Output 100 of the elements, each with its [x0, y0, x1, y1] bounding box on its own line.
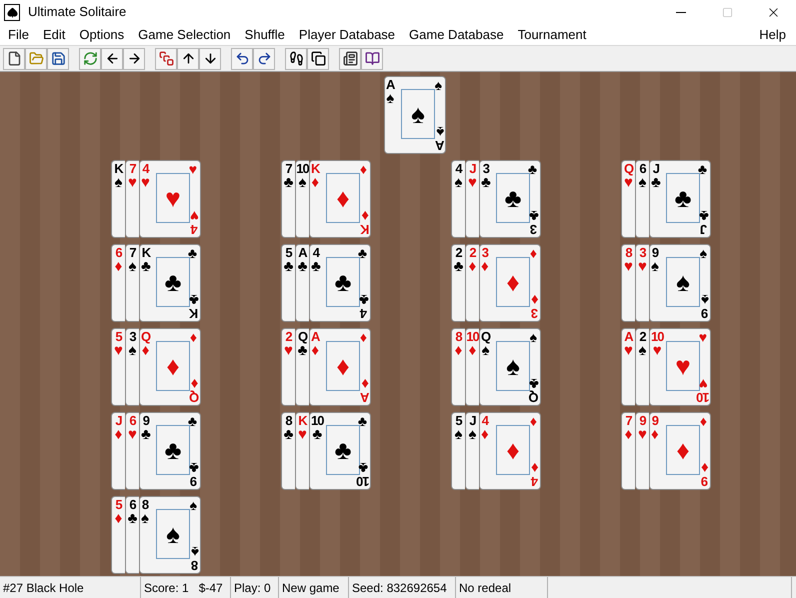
playing-card[interactable]: 3 ♦ ♦ ♦ 3 ♦ [479, 244, 541, 322]
down-arrow-button[interactable] [199, 48, 221, 70]
covered-card[interactable]: J ♥ [465, 160, 479, 238]
refresh-button[interactable] [79, 48, 101, 70]
card-suit: ♦ [114, 259, 122, 274]
playing-card[interactable]: 9 ♦ ♦ ♦ 9 ♦ [649, 412, 711, 490]
card-suit: ♠ [701, 292, 709, 307]
new-file-button[interactable] [3, 48, 25, 70]
playing-card[interactable]: K ♦ ♦ ♦ K ♦ [309, 160, 371, 238]
playing-card[interactable]: 9 ♠ ♠ ♠ 9 ♠ [649, 244, 711, 322]
card-suit: ♣ [358, 414, 367, 428]
card-suit: ♦ [311, 175, 320, 190]
card-pip: ♣ [504, 185, 522, 211]
covered-card[interactable]: 3 ♠ [125, 328, 139, 406]
card-suit: ♠ [141, 511, 149, 526]
menu-item[interactable]: Game Database [402, 24, 511, 44]
menu-item[interactable]: Options [72, 24, 132, 44]
card-suit: ♦ [531, 460, 539, 475]
card-rank: 3 [530, 223, 538, 236]
playing-card[interactable]: 10 ♣ ♣ ♣ 10 ♣ [309, 412, 371, 490]
redo-button[interactable] [253, 48, 275, 70]
playing-card[interactable]: J ♣ ♣ ♣ J ♣ [649, 160, 711, 238]
card-rank: 8 [285, 414, 292, 427]
covered-card[interactable]: A ♥ [621, 328, 635, 406]
sheet-button[interactable] [339, 48, 361, 70]
menu-item[interactable]: Help [752, 24, 793, 44]
covered-card[interactable]: K ♥ [295, 412, 309, 490]
covered-card[interactable]: 2 ♥ [281, 328, 295, 406]
copy-button[interactable] [307, 48, 329, 70]
footprints-button[interactable] [285, 48, 307, 70]
covered-card[interactable]: 8 ♦ [451, 328, 465, 406]
covered-card[interactable]: 9 ♥ [635, 412, 649, 490]
card-rank: 10 [466, 330, 479, 343]
covered-card[interactable]: 2 ♠ [635, 328, 649, 406]
covered-card[interactable]: 5 ♠ [451, 412, 465, 490]
playing-card[interactable]: A ♦ ♦ ♦ A ♦ [309, 328, 371, 406]
card-rank: 4 [482, 414, 488, 427]
playing-card[interactable]: 3 ♣ ♣ ♣ 3 ♣ [479, 160, 541, 238]
covered-card[interactable]: 5 ♥ [111, 328, 125, 406]
playing-card[interactable]: A ♠ ♠ ♠ A ♠ [384, 76, 446, 154]
covered-card[interactable]: Q ♣ [295, 328, 309, 406]
playing-card[interactable]: Q ♠ ♠ ♠ Q ♣ [479, 328, 541, 406]
covered-card[interactable]: 2 ♦ [465, 244, 479, 322]
covered-card[interactable]: 8 ♥ [621, 244, 635, 322]
menu-item[interactable]: Player Database [292, 24, 402, 44]
playing-card[interactable]: 4 ♣ ♣ ♣ 4 ♣ [309, 244, 371, 322]
card-suit: ♣ [298, 343, 308, 358]
playing-card[interactable]: 9 ♣ ♣ ♣ 9 ♣ [139, 412, 201, 490]
card-suit: ♦ [700, 414, 707, 428]
covered-card[interactable]: 4 ♠ [451, 160, 465, 238]
covered-card[interactable]: Q ♥ [621, 160, 635, 238]
covered-card[interactable]: 3 ♥ [635, 244, 649, 322]
card-rank: 6 [639, 162, 646, 175]
menu-item[interactable]: Game Selection [131, 24, 238, 44]
covered-card[interactable]: 7 ♦ [621, 412, 635, 490]
covered-card[interactable]: 5 ♦ [111, 496, 125, 574]
covered-card[interactable]: 5 ♣ [281, 244, 295, 322]
card-rank: Q [530, 391, 539, 404]
card-rank: J [700, 223, 708, 236]
playing-card[interactable]: Q ♦ ♦ ♦ Q ♦ [139, 328, 201, 406]
card-suit: ♣ [188, 246, 197, 260]
menu-item[interactable]: File [1, 24, 36, 44]
card-rank: 6 [115, 246, 122, 259]
covered-card[interactable]: 6 ♥ [125, 412, 139, 490]
covered-card[interactable]: 6 ♠ [635, 160, 649, 238]
playing-card[interactable]: 4 ♦ ♦ ♦ 4 ♦ [479, 412, 541, 490]
covered-card[interactable]: J ♦ [111, 412, 125, 490]
squares-button[interactable] [155, 48, 177, 70]
card-rank: 10 [356, 475, 369, 488]
menu-item[interactable]: Tournament [510, 24, 594, 44]
covered-card[interactable]: J ♠ [465, 412, 479, 490]
covered-card[interactable]: 10 ♠ [295, 160, 309, 238]
playing-card[interactable]: 4 ♥ ♥ ♥ 4 ♥ [139, 160, 201, 238]
card-suit: ♥ [624, 175, 633, 190]
covered-card[interactable]: 7 ♠ [125, 244, 139, 322]
card-rank: 3 [639, 246, 646, 259]
card-rank: 5 [115, 498, 122, 511]
covered-card[interactable]: 6 ♣ [125, 496, 139, 574]
covered-card[interactable]: 7 ♥ [125, 160, 139, 238]
menu-item[interactable]: Shuffle [238, 24, 292, 44]
right-arrow-button[interactable] [123, 48, 145, 70]
covered-card[interactable]: 2 ♣ [451, 244, 465, 322]
card-suit: ♦ [311, 343, 320, 358]
menu-item[interactable]: Edit [36, 24, 72, 44]
card-suit: ♦ [651, 427, 659, 442]
save-button[interactable] [47, 48, 69, 70]
undo-button[interactable] [231, 48, 253, 70]
covered-card[interactable]: 8 ♣ [281, 412, 295, 490]
left-arrow-button[interactable] [101, 48, 123, 70]
covered-card[interactable]: A ♣ [295, 244, 309, 322]
book-button[interactable] [361, 48, 383, 70]
playing-card[interactable]: 8 ♠ ♠ ♠ 8 ♠ [139, 496, 201, 574]
covered-card[interactable]: 6 ♦ [111, 244, 125, 322]
card-suit: ♦ [142, 343, 150, 358]
up-arrow-button[interactable] [177, 48, 199, 70]
covered-card[interactable]: 10 ♦ [465, 328, 479, 406]
covered-card[interactable]: 7 ♣ [281, 160, 295, 238]
covered-card[interactable]: K ♠ [111, 160, 125, 238]
playing-card[interactable]: 10 ♥ ♥ ♥ 10 ♥ [649, 328, 711, 406]
playing-card[interactable]: K ♣ ♣ ♣ K ♣ [139, 244, 201, 322]
